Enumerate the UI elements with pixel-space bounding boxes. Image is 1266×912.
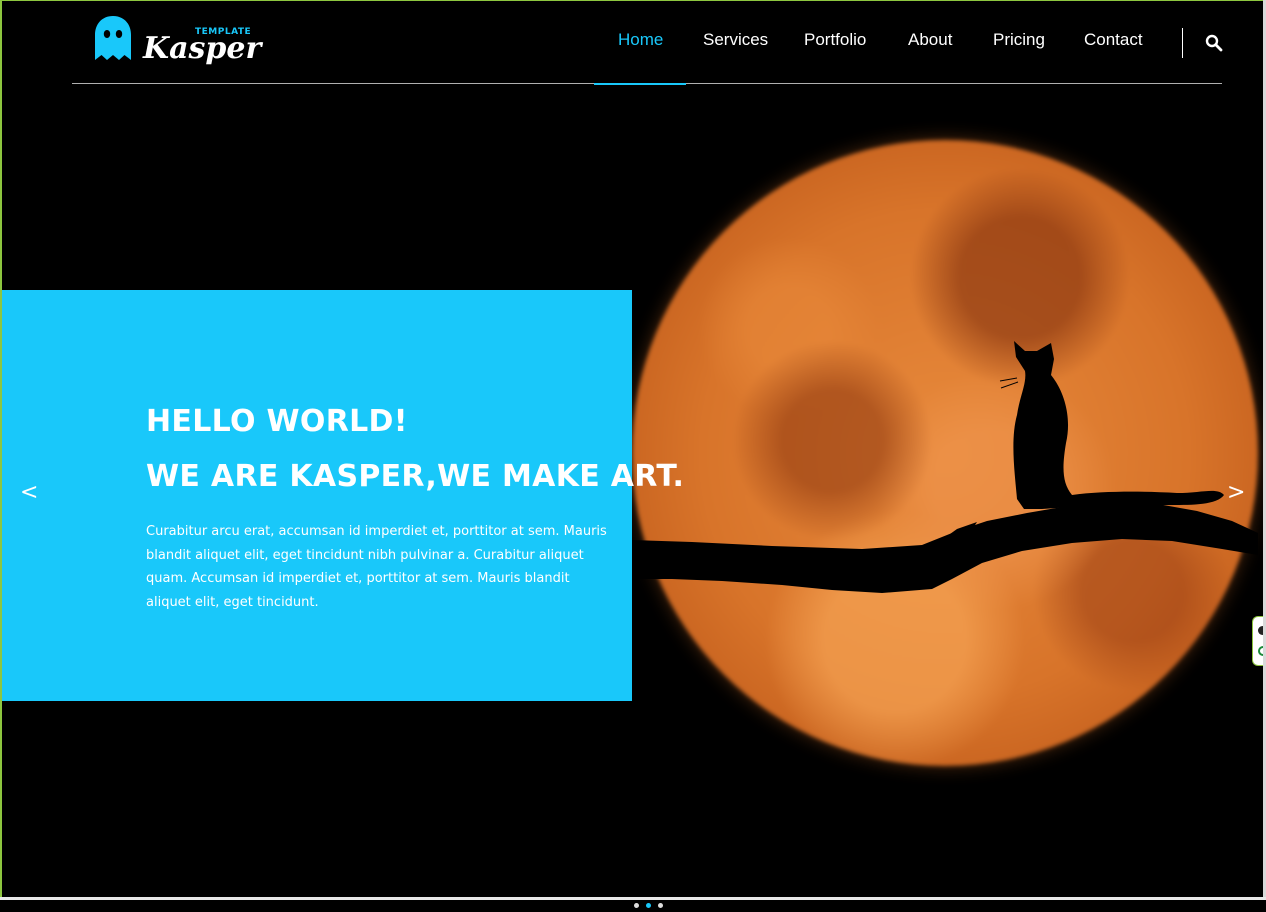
hero-title-line2: WE ARE KASPER,WE MAKE ART. <box>146 459 685 494</box>
hero-description: Curabitur arcu erat, accumsan id imperdi… <box>146 524 607 610</box>
nav-divider <box>1182 28 1183 58</box>
slider-dot-active[interactable] <box>646 903 651 908</box>
ghost-icon <box>95 16 131 60</box>
search-icon[interactable] <box>1205 34 1223 52</box>
slider-dots <box>634 893 670 912</box>
slider-prev-arrow[interactable]: < <box>20 480 38 505</box>
slider-next-arrow[interactable]: > <box>1227 480 1245 505</box>
cat-branch-silhouette <box>632 341 1258 593</box>
hero-title-line1: HELLO WORLD! <box>146 404 408 439</box>
hero-caption-box <box>2 290 632 701</box>
slider-dot[interactable] <box>634 903 639 908</box>
nav-services[interactable]: Services <box>703 30 768 50</box>
nav-contact[interactable]: Contact <box>1084 30 1143 50</box>
nav-pricing[interactable]: Pricing <box>993 30 1045 50</box>
nav-portfolio[interactable]: Portfolio <box>804 30 866 50</box>
logo[interactable]: TEMPLATE Kasper <box>94 15 261 67</box>
nav-active-underline <box>594 83 686 85</box>
nav-about[interactable]: About <box>908 30 952 50</box>
slider-dot[interactable] <box>658 903 663 908</box>
nav-home[interactable]: Home <box>618 30 663 50</box>
logo-wordmark: Kasper <box>143 31 262 66</box>
window-top-border <box>0 0 1266 1</box>
